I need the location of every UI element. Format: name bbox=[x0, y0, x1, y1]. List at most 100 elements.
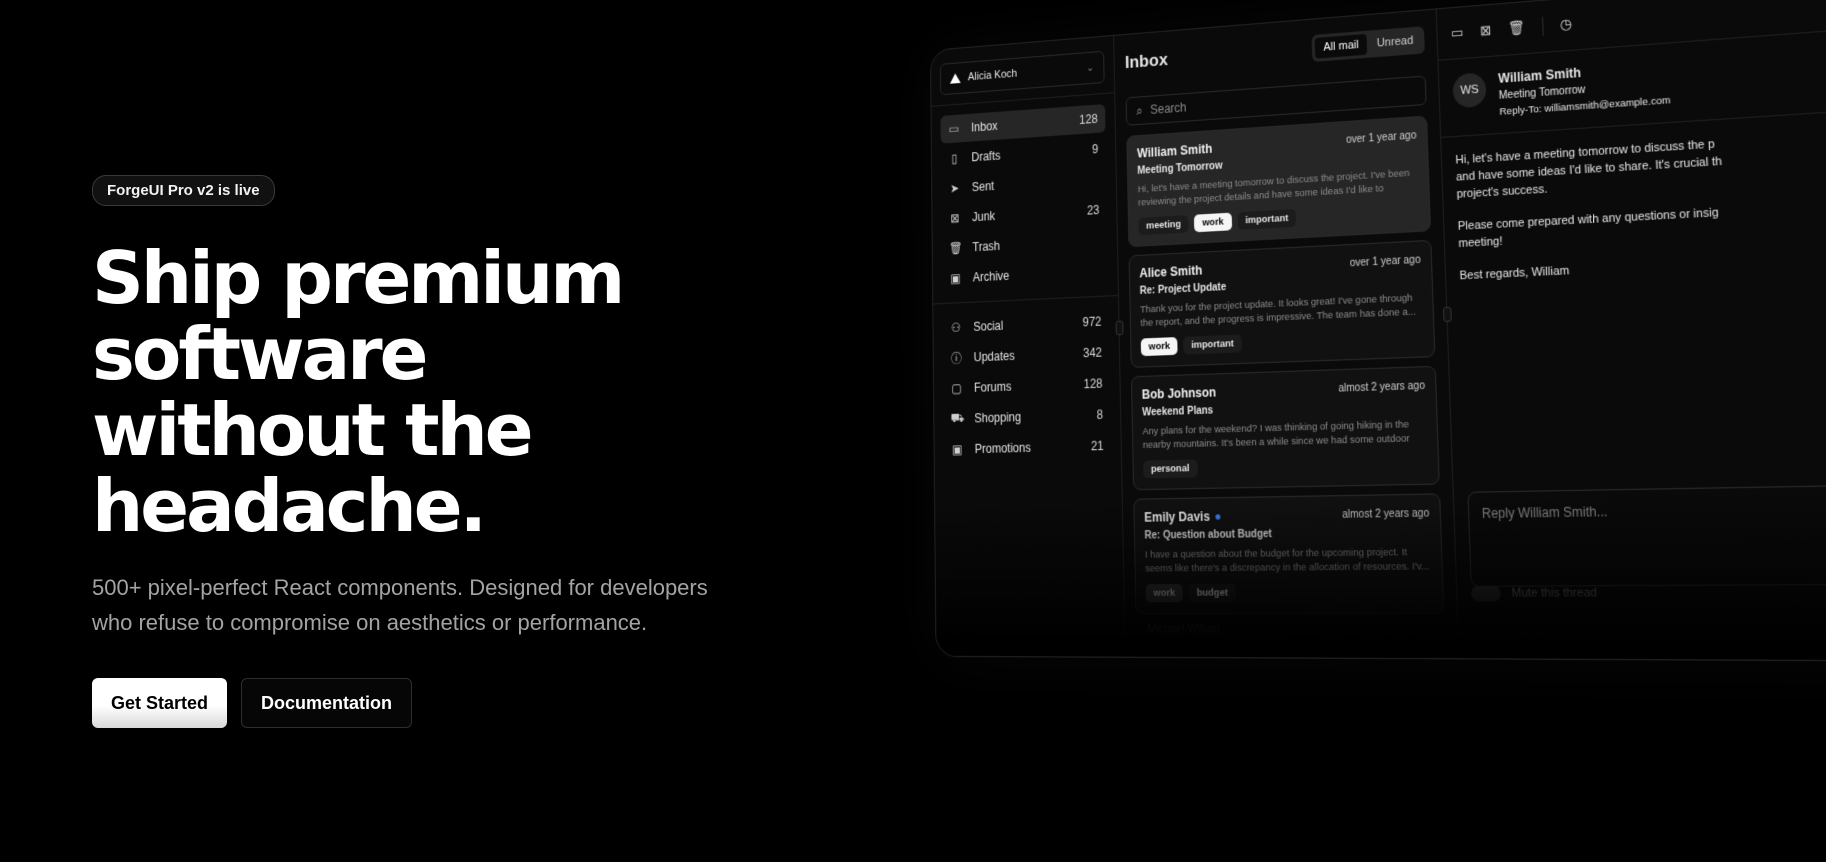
announcement-badge[interactable]: ForgeUI Pro v2 is live bbox=[92, 175, 275, 206]
message-sender: Bob Johnson bbox=[1141, 384, 1217, 402]
sidebar-item-count: 972 bbox=[1082, 314, 1102, 330]
message-sender: William Smith bbox=[1136, 141, 1213, 161]
archive-x-icon: ⊠ bbox=[950, 211, 960, 226]
list-item[interactable]: William Smith over 1 year ago Meeting To… bbox=[1126, 115, 1432, 248]
sidebar-item-label: Shopping bbox=[974, 409, 1022, 426]
sidebar-item-label: Drafts bbox=[971, 148, 1001, 165]
body-line: Best regards, William bbox=[1459, 264, 1570, 283]
list-title: Inbox bbox=[1124, 49, 1168, 73]
send-icon: ➤ bbox=[950, 181, 960, 196]
message-subject: Weekend Plans bbox=[1142, 405, 1214, 419]
search-icon: ⌕ bbox=[1136, 102, 1143, 118]
next-message-sender[interactable]: Michael Wilson bbox=[1147, 623, 1432, 636]
documentation-button[interactable]: Documentation bbox=[241, 678, 413, 728]
sidebar-item-label: Forums bbox=[973, 379, 1012, 395]
sidebar-item-label: Social bbox=[973, 318, 1004, 334]
sidebar-item-count: 8 bbox=[1096, 407, 1104, 423]
unread-dot-icon bbox=[1215, 513, 1221, 520]
message-preview: Any plans for the weekend? I was thinkin… bbox=[1142, 418, 1410, 452]
archive-icon: ▣ bbox=[952, 442, 963, 457]
tag-badge: work bbox=[1145, 584, 1184, 603]
sidebar-item-updates[interactable]: ⓘ Updates 342 bbox=[943, 338, 1110, 373]
message-list: William Smith over 1 year ago Meeting To… bbox=[1115, 115, 1457, 615]
headline-line-1: Ship premium software bbox=[92, 236, 625, 396]
sender-details: William Smith Meeting Tomorrow Reply-To:… bbox=[1498, 59, 1671, 118]
message-time: almost 2 years ago bbox=[1341, 507, 1430, 521]
file-icon: ▯ bbox=[951, 151, 958, 166]
get-started-button[interactable]: Get Started bbox=[92, 678, 228, 728]
tab-unread[interactable]: Unread bbox=[1368, 30, 1421, 55]
sidebar-item-count: 23 bbox=[1086, 202, 1100, 218]
sidebar-item-label: Trash bbox=[972, 238, 1001, 255]
resize-handle[interactable] bbox=[1115, 320, 1124, 336]
message-subject: Re: Question about Budget bbox=[1144, 528, 1273, 542]
tag-badge: budget bbox=[1188, 583, 1237, 603]
mute-row: Mute this thread bbox=[1470, 585, 1597, 602]
tab-all-mail[interactable]: All mail bbox=[1315, 33, 1368, 59]
message-time: over 1 year ago bbox=[1345, 129, 1417, 146]
sidebar-item-label: Junk bbox=[972, 208, 996, 225]
sidebar-item-social[interactable]: ⚇ Social 972 bbox=[942, 307, 1109, 343]
reply-textarea[interactable]: Reply William Smith... bbox=[1467, 483, 1826, 587]
tag-badge: personal bbox=[1143, 459, 1198, 479]
message-tags: personal bbox=[1143, 454, 1428, 479]
mail-filter-toggle: All mail Unread bbox=[1312, 26, 1425, 62]
archive-icon: ▣ bbox=[950, 271, 961, 286]
sidebar-item-count: 21 bbox=[1090, 438, 1104, 454]
sidebar-item-label: Inbox bbox=[971, 118, 998, 135]
message-sender: Alice Smith bbox=[1139, 263, 1203, 281]
message-tags: work important bbox=[1140, 327, 1424, 357]
archive-icon[interactable]: ▭ bbox=[1451, 24, 1464, 42]
nav-primary: ▭ Inbox 128 ▯ Drafts 9 ➤ Sent ⊠ Junk 23 🗑 Trash ▣ Arch… bbox=[932, 103, 1118, 293]
sidebar-item-label: Sent bbox=[971, 178, 995, 195]
message-time: over 1 year ago bbox=[1349, 253, 1421, 269]
list-item[interactable]: Bob Johnson almost 2 years ago Weekend P… bbox=[1130, 365, 1440, 491]
sidebar-item-count: 342 bbox=[1082, 345, 1103, 361]
message-body: Hi, let's have a meeting tomorrow to dis… bbox=[1440, 104, 1826, 300]
hero-subtitle: 500+ pixel-perfect React components. Des… bbox=[92, 570, 772, 640]
inbox-icon: ▭ bbox=[948, 121, 960, 137]
tag-badge: meeting bbox=[1138, 215, 1189, 236]
resize-handle[interactable] bbox=[1443, 306, 1452, 323]
tag-badge: work bbox=[1140, 337, 1178, 357]
product-preview: Alicia Koch ⌄ ▭ Inbox 128 ▯ Drafts 9 ➤ Sent ⊠ Jun… bbox=[930, 0, 1826, 662]
trash-icon: 🗑 bbox=[948, 240, 963, 256]
mail-sidebar: Alicia Koch ⌄ ▭ Inbox 128 ▯ Drafts 9 ➤ Sent ⊠ Jun… bbox=[930, 35, 1126, 657]
list-item[interactable]: Alice Smith over 1 year ago Re: Project … bbox=[1128, 239, 1436, 368]
message-time: almost 2 years ago bbox=[1338, 379, 1426, 395]
sidebar-item-promotions[interactable]: ▣ Promotions 21 bbox=[944, 431, 1112, 464]
list-item[interactable]: Emily Davis almost 2 years ago Re: Quest… bbox=[1133, 493, 1445, 615]
mail-app-mockup: Alicia Koch ⌄ ▭ Inbox 128 ▯ Drafts 9 ➤ Sent ⊠ Jun… bbox=[930, 0, 1826, 662]
sidebar-item-label: Archive bbox=[972, 268, 1010, 285]
hero-section: ForgeUI Pro v2 is live Ship premium soft… bbox=[92, 175, 852, 728]
message-preview: I have a question about the budget for t… bbox=[1144, 546, 1430, 575]
subtitle-line-1: 500+ pixel-perfect React components. Des… bbox=[92, 575, 708, 600]
archive-x-icon[interactable]: ⊠ bbox=[1480, 22, 1492, 40]
message-tags: work budget bbox=[1145, 583, 1433, 603]
mute-switch[interactable] bbox=[1470, 585, 1502, 602]
search-placeholder: Search bbox=[1150, 100, 1187, 118]
subtitle-line-2: who refuse to compromise on aesthetics o… bbox=[92, 610, 648, 635]
sidebar-item-label: Promotions bbox=[974, 440, 1031, 457]
message-preview: Thank you for the project update. It loo… bbox=[1140, 292, 1417, 330]
sidebar-item-label: Updates bbox=[973, 348, 1015, 365]
sidebar-divider bbox=[933, 295, 1118, 305]
account-logo-icon bbox=[949, 73, 961, 84]
sidebar-item-shopping[interactable]: ⛟ Shopping 8 bbox=[943, 400, 1111, 434]
sidebar-item-count: 128 bbox=[1079, 111, 1098, 128]
clock-icon[interactable]: ◷ bbox=[1560, 15, 1573, 33]
headline-line-2: without the headache. bbox=[92, 388, 534, 548]
reading-pane: ▭ ⊠ 🗑 ◷ WS William Smith Meeting Tomorro… bbox=[1435, 0, 1826, 661]
toolbar-divider bbox=[1541, 16, 1544, 36]
account-name: Alicia Koch bbox=[967, 67, 1018, 84]
nav-secondary: ⚇ Social 972 ⓘ Updates 342 ▢ Forums 128 ⛟ Shopping… bbox=[933, 306, 1121, 464]
alert-circle-icon: ⓘ bbox=[950, 351, 962, 366]
sidebar-item-count: 128 bbox=[1083, 376, 1103, 392]
sidebar-item-archive[interactable]: ▣ Archive bbox=[942, 256, 1108, 293]
account-switcher[interactable]: Alicia Koch ⌄ bbox=[939, 50, 1105, 96]
sidebar-item-forums[interactable]: ▢ Forums 128 bbox=[943, 369, 1110, 403]
tag-badge: important bbox=[1183, 334, 1243, 355]
trash-icon[interactable]: 🗑 bbox=[1508, 19, 1526, 37]
messages-icon: ▢ bbox=[951, 381, 962, 396]
avatar: WS bbox=[1452, 72, 1487, 109]
